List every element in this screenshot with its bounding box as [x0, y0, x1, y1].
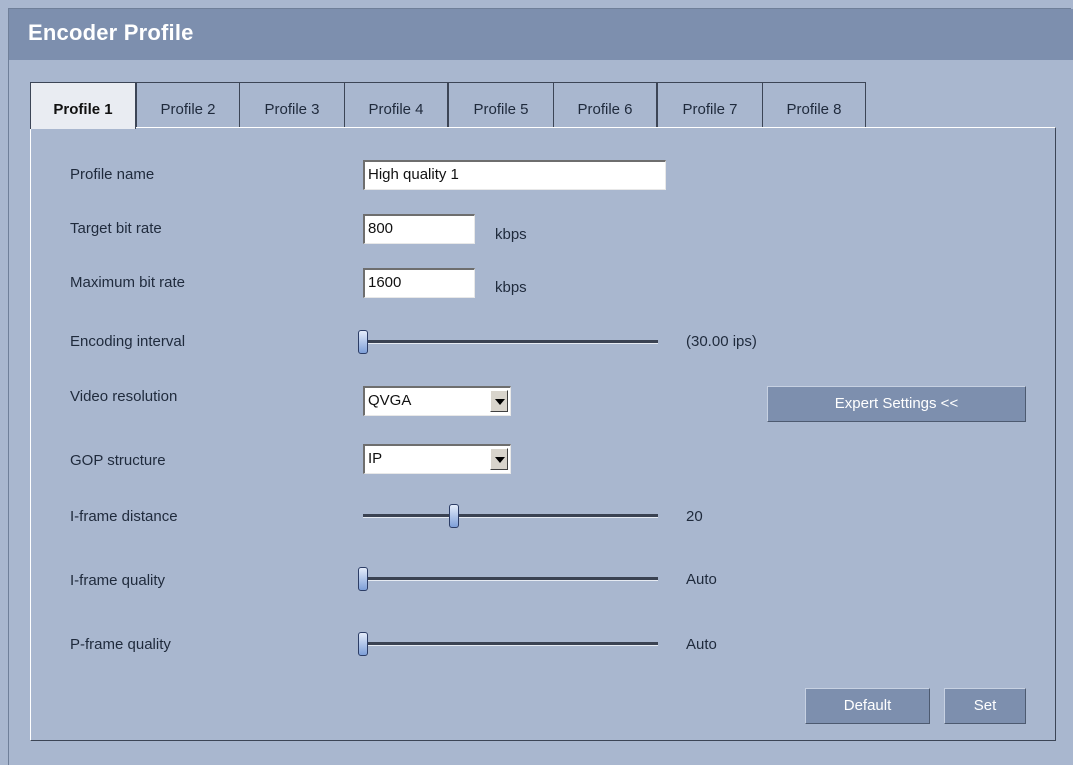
encoding-interval-value: (30.00 ips) — [686, 333, 757, 350]
chevron-down-icon[interactable] — [490, 390, 508, 412]
encoding-interval-slider[interactable] — [363, 340, 658, 344]
encoding-interval-slider-handle[interactable] — [358, 330, 368, 354]
p-frame-quality-value: Auto — [686, 636, 717, 653]
video-resolution-select[interactable]: QVGA — [363, 386, 511, 416]
gop-structure-select[interactable]: IP — [363, 444, 511, 474]
maximum-bit-rate-label: Maximum bit rate — [70, 274, 186, 291]
set-button[interactable]: Set — [944, 688, 1026, 724]
expert-settings-button[interactable]: Expert Settings << — [767, 386, 1026, 422]
page-title: Encoder Profile — [28, 20, 194, 45]
chevron-down-icon[interactable] — [490, 448, 508, 470]
title-bar: Encoder Profile — [9, 9, 1073, 60]
p-frame-quality-slider-handle[interactable] — [358, 632, 368, 656]
encoding-interval-label: Encoding interval — [70, 333, 186, 350]
target-bit-rate-label: Target bit rate — [70, 220, 162, 237]
i-frame-quality-value: Auto — [686, 571, 717, 588]
gop-structure-label: GOP structure — [70, 452, 166, 469]
tab-profile-5[interactable]: Profile 5 — [448, 82, 554, 127]
maximum-bit-rate-input[interactable]: 1600 — [363, 268, 475, 298]
i-frame-distance-slider-handle[interactable] — [449, 504, 460, 528]
gop-structure-value: IP — [368, 450, 383, 467]
video-resolution-value: QVGA — [368, 392, 412, 409]
target-bit-rate-input[interactable]: 800 — [363, 214, 475, 244]
p-frame-quality-label: P-frame quality — [70, 636, 171, 653]
i-frame-quality-slider[interactable] — [363, 577, 658, 581]
maximum-bit-rate-unit: kbps — [495, 279, 527, 296]
tab-profile-3[interactable]: Profile 3 — [239, 82, 345, 127]
tab-profile-4[interactable]: Profile 4 — [344, 82, 448, 127]
profile-name-input[interactable]: High quality 1 — [363, 160, 666, 190]
i-frame-quality-slider-handle[interactable] — [358, 567, 368, 591]
target-bit-rate-unit: kbps — [495, 226, 527, 243]
i-frame-distance-value: 20 — [686, 508, 703, 525]
p-frame-quality-slider[interactable] — [363, 642, 658, 646]
tab-profile-2[interactable]: Profile 2 — [136, 82, 240, 127]
default-button[interactable]: Default — [805, 688, 930, 724]
profile-panel — [30, 127, 1056, 741]
tab-profile-7[interactable]: Profile 7 — [657, 82, 763, 127]
tab-profile-6[interactable]: Profile 6 — [553, 82, 657, 127]
tab-profile-8[interactable]: Profile 8 — [762, 82, 866, 127]
i-frame-distance-slider[interactable] — [363, 514, 658, 518]
i-frame-distance-label: I-frame distance — [70, 508, 178, 525]
video-resolution-label: Video resolution — [70, 388, 178, 405]
profile-name-label: Profile name — [70, 166, 155, 183]
i-frame-quality-label: I-frame quality — [70, 572, 166, 589]
tab-profile-1[interactable]: Profile 1 — [30, 82, 136, 129]
